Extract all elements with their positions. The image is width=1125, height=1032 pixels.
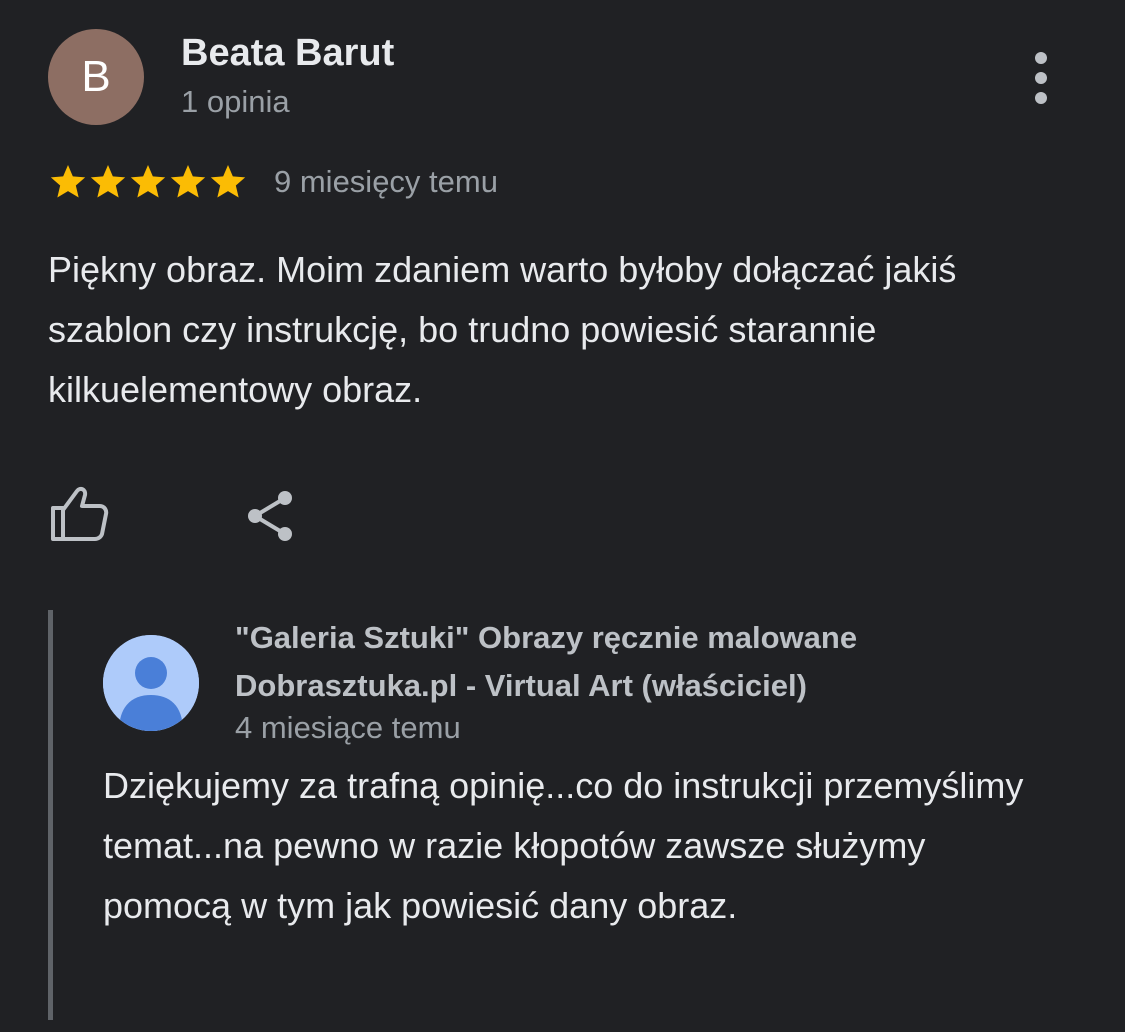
reviewer-name[interactable]: Beata Barut (181, 32, 394, 75)
avatar-letter: B (81, 52, 111, 101)
owner-avatar (103, 635, 199, 731)
owner-reply: "Galeria Sztuki" Obrazy ręcznie malowane… (48, 610, 1083, 1020)
reply-text: Dziękujemy za trafną opinię...co do inst… (103, 765, 1024, 926)
reviewer-avatar[interactable]: B (48, 29, 144, 125)
more-options-button[interactable] (1016, 48, 1066, 108)
review-text: Piękny obraz. Moim zdaniem warto byłoby … (48, 249, 957, 410)
person-icon (103, 635, 199, 731)
rating-row: 9 miesięcy temu (48, 157, 498, 207)
thumb-up-icon (51, 486, 109, 541)
share-button[interactable] (242, 486, 300, 546)
reviewer-review-count: 1 opinia (181, 84, 290, 119)
star-icon (90, 165, 126, 198)
star-icon (130, 165, 166, 198)
more-vert-icon-dot (1035, 72, 1047, 84)
reply-date: 4 miesiące temu (235, 710, 461, 745)
star-icon (170, 165, 206, 198)
star-icon (50, 165, 86, 198)
like-button[interactable] (48, 486, 110, 542)
owner-name: "Galeria Sztuki" Obrazy ręcznie malowane… (235, 620, 858, 703)
review-date: 9 miesięcy temu (274, 164, 498, 199)
star-icon (210, 165, 246, 198)
more-vert-icon-dot (1035, 92, 1047, 104)
review-card: B Beata Barut 1 opinia 9 miesięcy temu P… (0, 0, 1125, 1032)
share-icon (248, 491, 292, 541)
more-vert-icon (1035, 52, 1047, 64)
star-rating (48, 162, 248, 202)
